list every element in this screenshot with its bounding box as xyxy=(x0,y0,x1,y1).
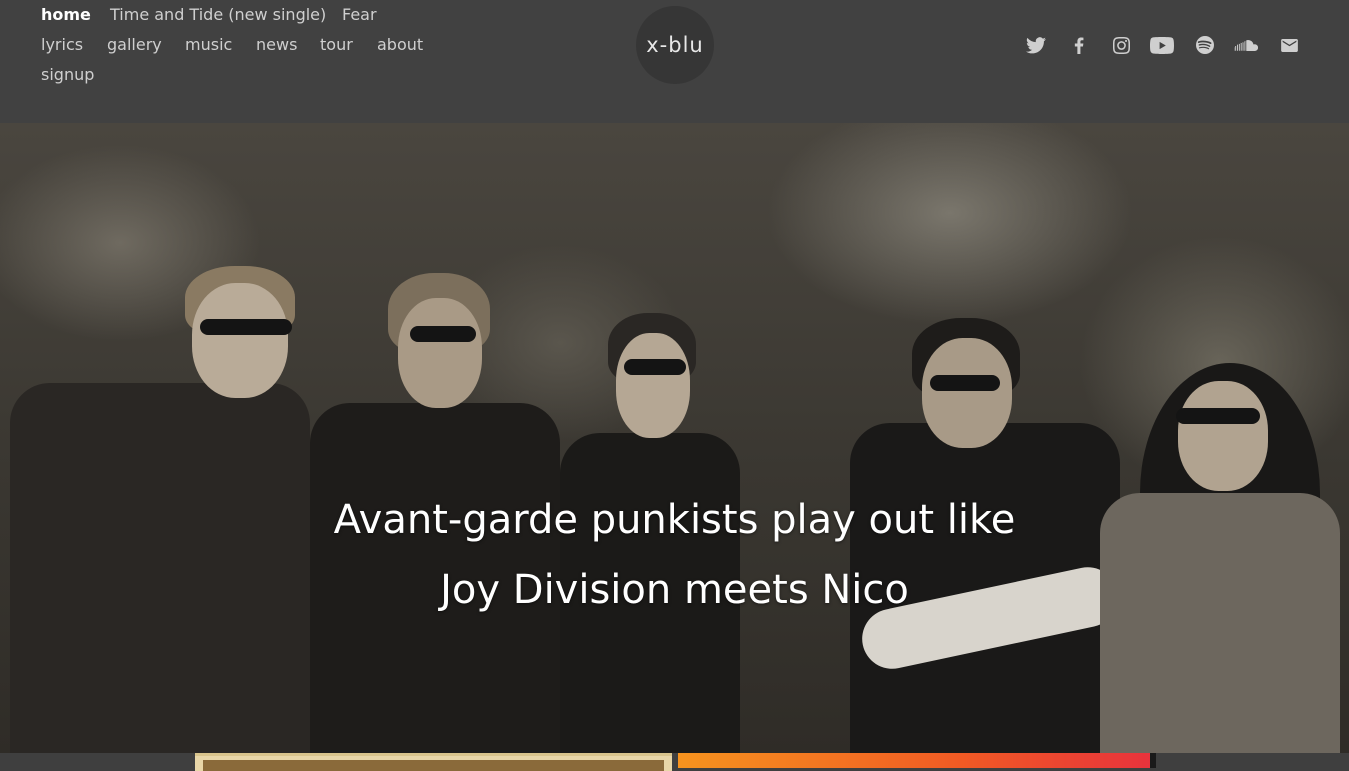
nav-row-3: signup xyxy=(41,63,461,93)
nav-fear[interactable]: Fear xyxy=(342,3,377,27)
hero-line-2: Joy Division meets Nico xyxy=(440,567,909,613)
nav-row-2: lyrics gallery music news tour about xyxy=(41,33,461,63)
nav-signup[interactable]: signup xyxy=(41,63,94,87)
facebook-icon[interactable] xyxy=(1067,33,1091,57)
hero-banner: Avant-garde punkists play out like Joy D… xyxy=(0,123,1349,753)
instagram-icon[interactable] xyxy=(1109,33,1133,57)
nav-lyrics[interactable]: lyrics xyxy=(41,33,83,57)
nav-about[interactable]: about xyxy=(377,33,423,57)
band-photo xyxy=(0,123,1349,753)
release-thumbnail-2[interactable] xyxy=(678,753,1150,768)
thumbnail-edge xyxy=(1150,753,1156,768)
site-logo[interactable]: x-blu xyxy=(636,6,714,84)
hero-line-1: Avant-garde punkists play out like xyxy=(333,497,1016,543)
release-thumbnail-1[interactable] xyxy=(195,753,672,771)
hero-headline: Avant-garde punkists play out like Joy D… xyxy=(0,485,1349,625)
twitter-icon[interactable] xyxy=(1024,33,1048,57)
nav-home[interactable]: home xyxy=(41,3,91,27)
nav-time-and-tide[interactable]: Time and Tide (new single) xyxy=(110,3,326,27)
youtube-icon[interactable] xyxy=(1150,33,1174,57)
main-nav: home Time and Tide (new single) Fear lyr… xyxy=(41,3,461,93)
nav-news[interactable]: news xyxy=(256,33,297,57)
nav-gallery[interactable]: gallery xyxy=(107,33,162,57)
nav-tour[interactable]: tour xyxy=(320,33,353,57)
nav-row-1: home Time and Tide (new single) Fear xyxy=(41,3,461,33)
email-icon[interactable] xyxy=(1277,33,1301,57)
site-header: home Time and Tide (new single) Fear lyr… xyxy=(0,0,1349,123)
soundcloud-icon[interactable] xyxy=(1234,33,1258,57)
spotify-icon[interactable] xyxy=(1193,33,1217,57)
nav-music[interactable]: music xyxy=(185,33,232,57)
